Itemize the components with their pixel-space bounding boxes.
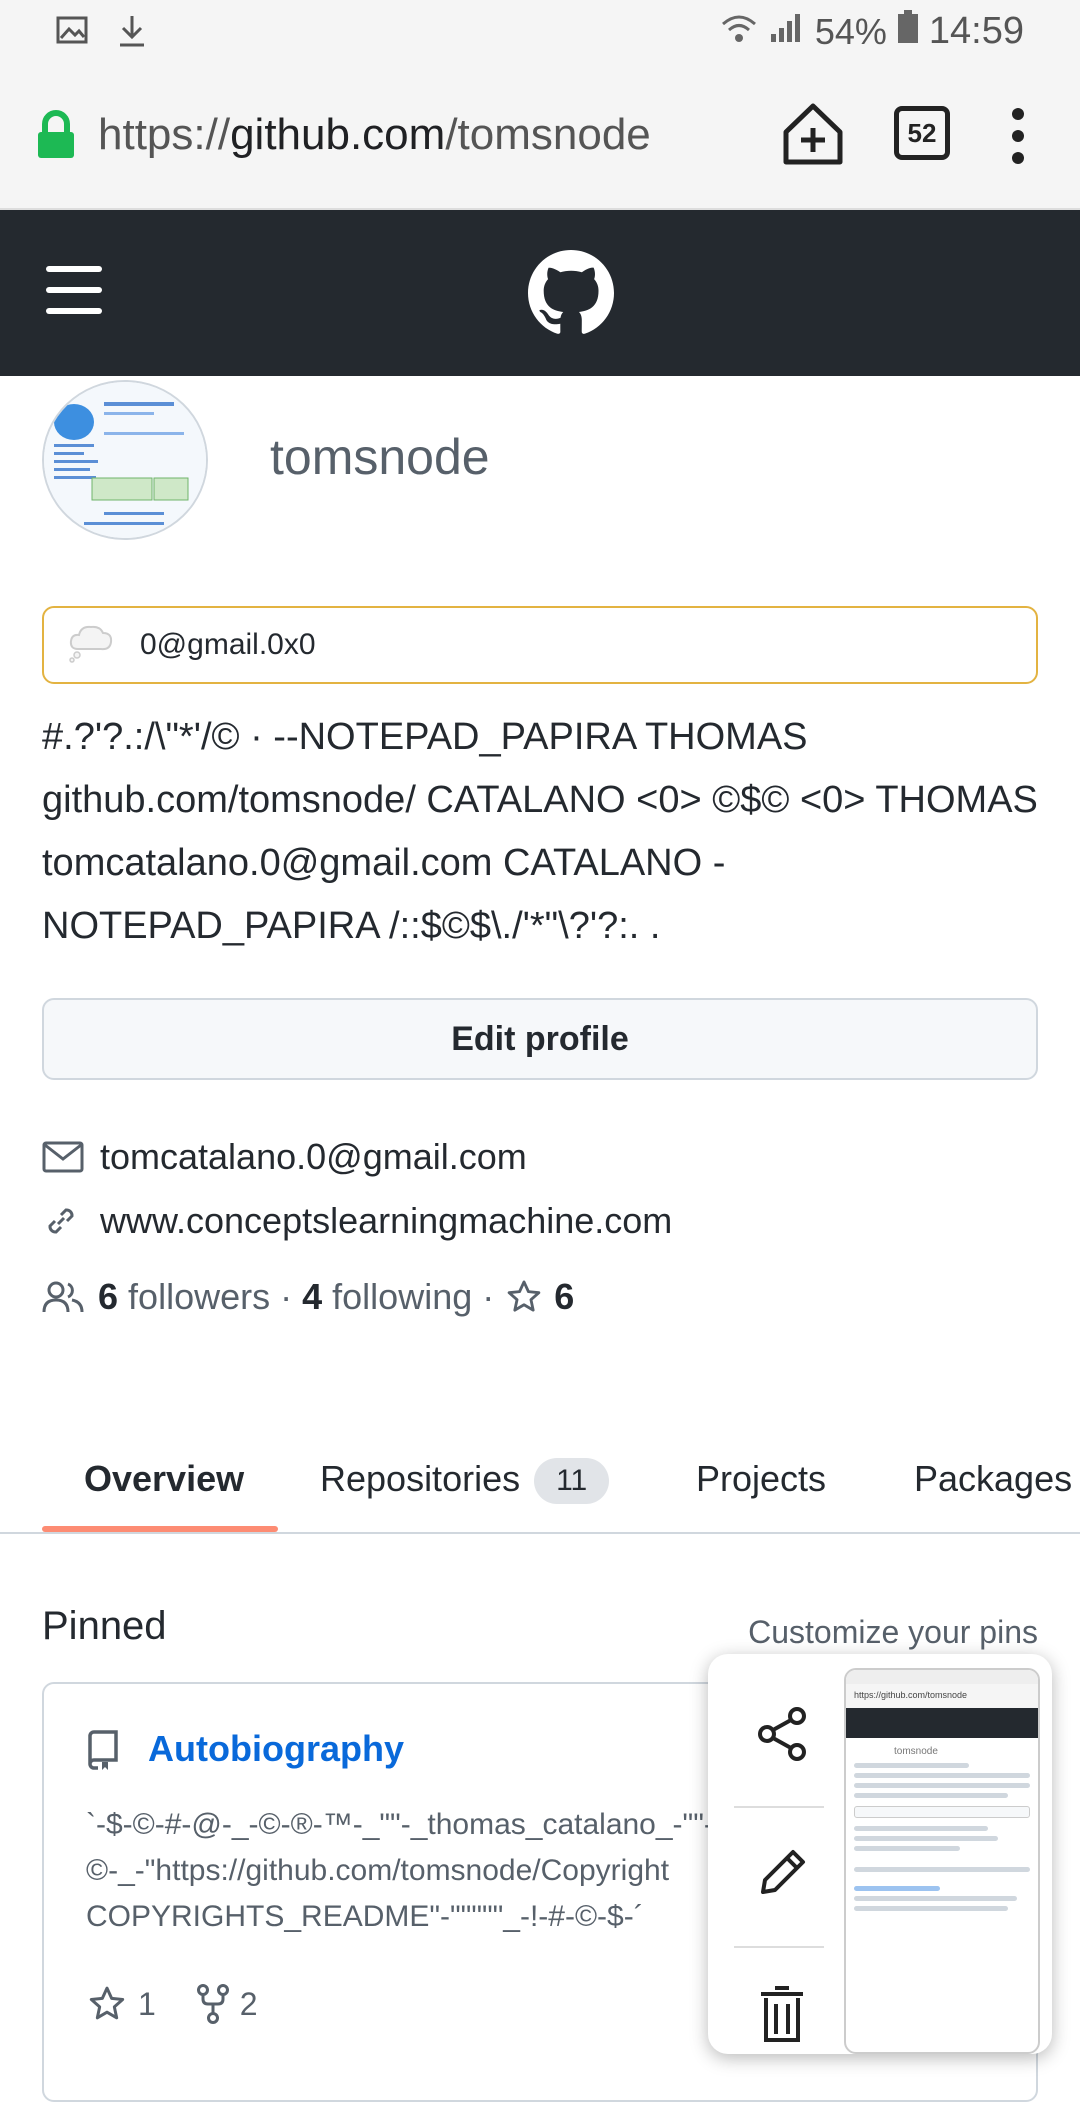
followers-link[interactable]: 6 followers	[98, 1276, 270, 1318]
tab-repositories-label: Repositories	[320, 1458, 521, 1499]
lock-icon[interactable]	[36, 110, 76, 165]
mail-icon	[42, 1141, 86, 1173]
fork-icon[interactable]	[196, 1984, 230, 2024]
signal-icon	[769, 11, 805, 53]
profile-tabs: Overview Repositories 11 Projects Package…	[0, 1440, 1080, 1534]
delete-screenshot-button[interactable]	[734, 1984, 830, 2044]
repo-description-line: ©-_-"https://github.com/tomsnode/Copyrig…	[86, 1854, 670, 1887]
thumb-status-bar	[846, 1670, 1038, 1684]
browser-toolbar: https://github.com/tomsnode 52	[0, 66, 1080, 210]
repo-stats: 1 2	[86, 1984, 258, 2024]
star-icon	[504, 1278, 544, 1316]
following-label: following	[332, 1276, 473, 1317]
followers-count: 6	[98, 1276, 119, 1317]
address-bar[interactable]: https://github.com/tomsnode	[98, 110, 651, 160]
repo-description: `-$-©-#-@-_-©-®-™-_""-_thomas_catalano_-…	[86, 1802, 726, 1940]
thumb-url: https://github.com/tomsnode	[846, 1684, 1038, 1708]
stars-link[interactable]: 6	[504, 1276, 574, 1318]
email-link[interactable]: tomcatalano.0@gmail.com	[100, 1136, 527, 1178]
avatar[interactable]	[42, 380, 208, 540]
thumb-line	[854, 1773, 1030, 1778]
url-path: /tomsnode	[445, 110, 651, 159]
thumb-edit-button	[854, 1806, 1030, 1818]
download-icon	[116, 14, 148, 53]
tab-switcher-button[interactable]: 52	[894, 106, 950, 160]
github-header	[0, 210, 1080, 376]
thought-bubble-icon	[68, 623, 114, 668]
edit-screenshot-button[interactable]	[734, 1846, 830, 1900]
separator: ·	[482, 1276, 495, 1317]
thumb-line	[854, 1906, 1008, 1911]
thumb-line	[854, 1793, 1008, 1798]
thumb-github-header	[846, 1708, 1038, 1738]
followers-label: followers	[128, 1276, 271, 1317]
url-host: github.com	[230, 110, 446, 159]
repo-forks-count[interactable]: 2	[240, 1986, 258, 2023]
thumb-line	[854, 1896, 1018, 1901]
following-link[interactable]: 4 following	[302, 1276, 472, 1318]
wifi-icon	[719, 11, 759, 53]
share-button[interactable]	[734, 1706, 830, 1762]
thumb-line	[854, 1867, 1030, 1872]
battery-icon	[897, 10, 919, 53]
website-row[interactable]: www.conceptslearningmachine.com	[42, 1200, 672, 1242]
username: tomsnode	[270, 429, 490, 485]
thumb-line	[854, 1763, 970, 1768]
active-tab-indicator	[42, 1526, 278, 1532]
follow-stats: 6 followers · 4 following · 6	[42, 1276, 574, 1318]
battery-percent: 54%	[814, 10, 887, 52]
tab-packages[interactable]: Packages	[914, 1458, 1072, 1500]
clock: 14:59	[928, 10, 1024, 52]
repo-description-line: COPYRIGHTS_README"-"""""_-!-#-©-$-´	[86, 1900, 644, 1933]
profile-bio: #.?'?.:/\"*'/© · --NOTEPAD_PAPIRA THOMAS…	[42, 716, 1038, 947]
separator: ·	[280, 1276, 293, 1317]
thumb-line	[854, 1886, 941, 1891]
tab-projects[interactable]: Projects	[696, 1458, 826, 1500]
stars-count: 6	[554, 1276, 575, 1317]
pinned-heading: Pinned	[42, 1604, 167, 1648]
link-icon	[42, 1202, 86, 1240]
thumb-line	[854, 1846, 960, 1851]
hamburger-menu-icon[interactable]	[46, 266, 102, 314]
share-icon	[755, 1706, 809, 1762]
star-icon[interactable]	[86, 1984, 128, 2024]
customize-pins-link[interactable]: Customize your pins	[748, 1614, 1038, 1651]
following-count: 4	[302, 1276, 323, 1317]
screenshot-preview-panel: https://github.com/tomsnode tomsnode	[708, 1654, 1052, 2054]
github-logo-icon[interactable]	[528, 250, 614, 341]
divider	[734, 1806, 824, 1808]
website-link[interactable]: www.conceptslearningmachine.com	[100, 1200, 672, 1242]
screenshot-thumbnail[interactable]: https://github.com/tomsnode tomsnode	[844, 1668, 1040, 2054]
tab-repositories[interactable]: Repositories 11	[320, 1458, 610, 1505]
divider	[734, 1946, 824, 1948]
trash-icon	[757, 1984, 807, 2044]
repo-name-link[interactable]: Autobiography	[148, 1728, 404, 1770]
tab-overview[interactable]: Overview	[84, 1458, 244, 1500]
status-text: 0@gmail.0x0	[140, 628, 316, 661]
thumb-line	[854, 1783, 1030, 1788]
repo-stars-count[interactable]: 1	[138, 1986, 156, 2023]
repo-description-line: `-$-©-#-@-_-©-®-™-_""-_thomas_catalano_-…	[86, 1808, 726, 1841]
people-icon	[42, 1280, 84, 1314]
thumb-username: tomsnode	[894, 1746, 938, 1757]
gallery-icon	[56, 14, 88, 53]
url-scheme: https://	[98, 110, 231, 159]
status-bar: 54% 14:59	[0, 0, 1080, 66]
edit-profile-button[interactable]: Edit profile	[42, 998, 1038, 1080]
user-status[interactable]: 0@gmail.0x0	[42, 606, 1038, 684]
repositories-counter: 11	[534, 1458, 610, 1505]
thumb-line	[854, 1826, 989, 1831]
email-row[interactable]: tomcatalano.0@gmail.com	[42, 1136, 527, 1178]
pencil-icon	[755, 1846, 809, 1900]
repo-icon	[86, 1730, 120, 1775]
more-vert-icon[interactable]	[1010, 106, 1026, 171]
thumb-line	[854, 1836, 998, 1841]
add-to-home-icon[interactable]	[782, 102, 844, 171]
